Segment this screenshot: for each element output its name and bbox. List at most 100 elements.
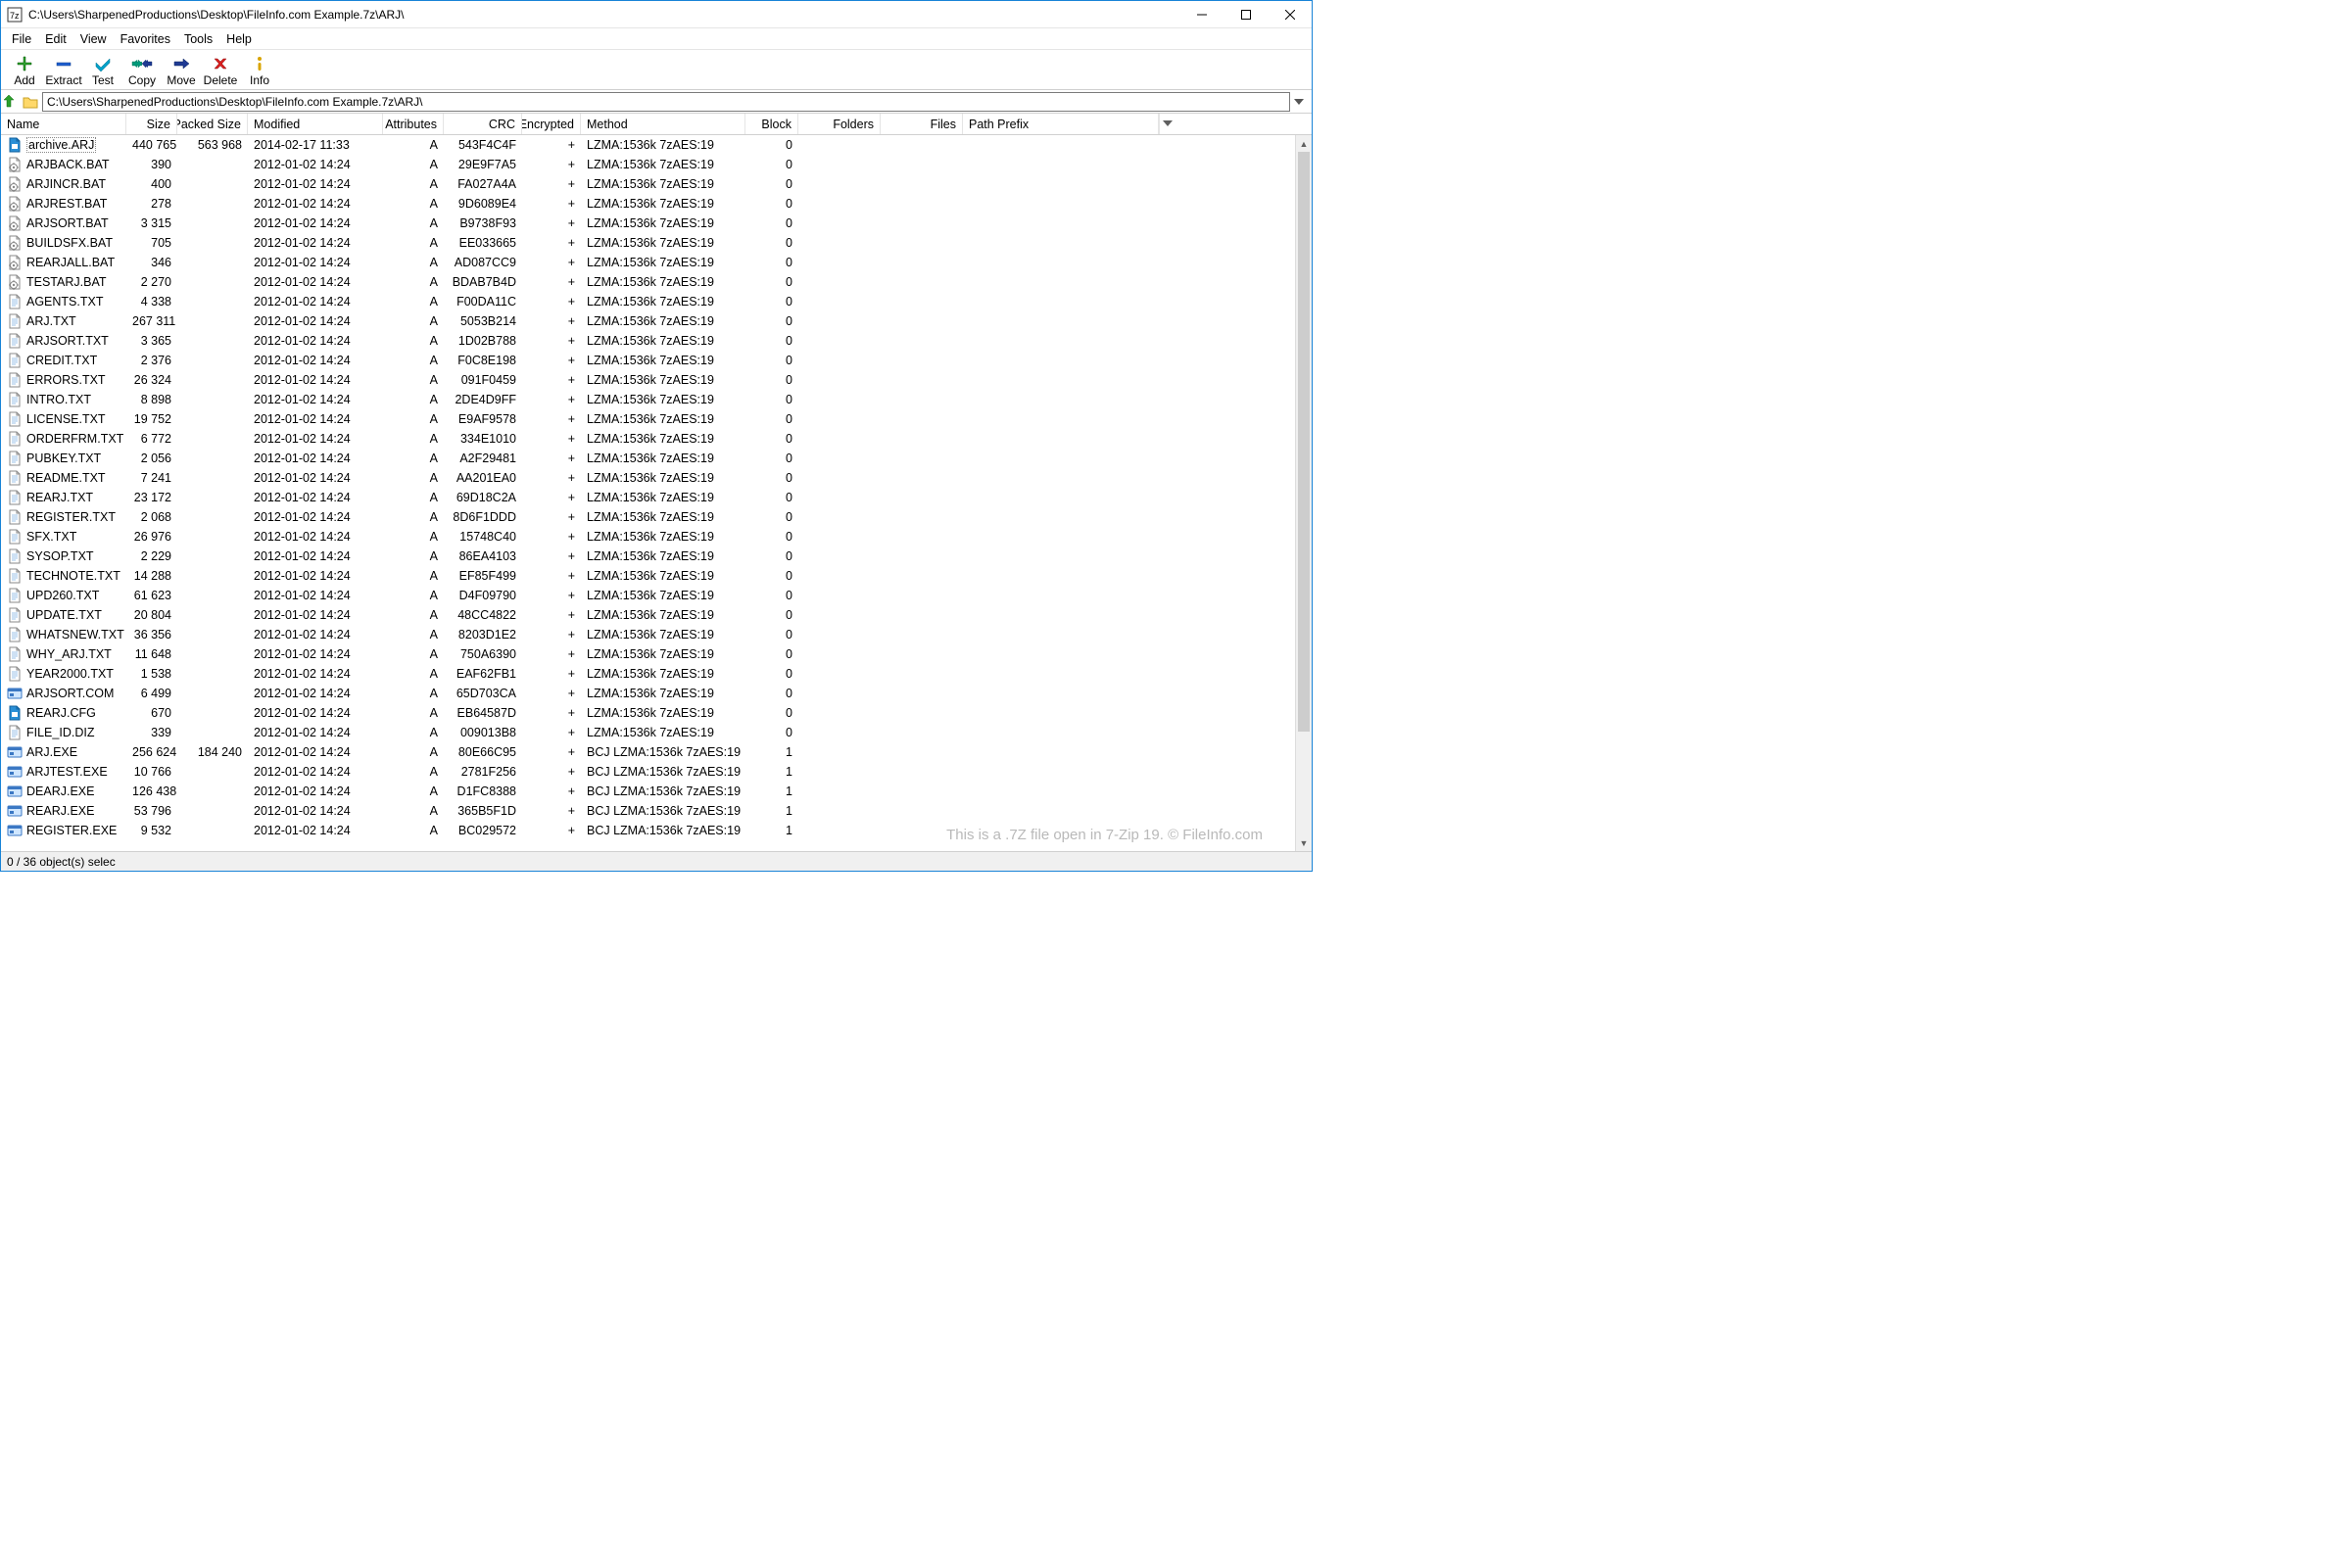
- column-attr[interactable]: Attributes: [383, 114, 444, 134]
- file-row[interactable]: YEAR2000.TXT1 5382012-01-02 14:24AEAF62F…: [1, 664, 1312, 684]
- file-row[interactable]: ARJREST.BAT2782012-01-02 14:24A9D6089E4+…: [1, 194, 1312, 214]
- file-row[interactable]: LICENSE.TXT19 7522012-01-02 14:24AE9AF95…: [1, 409, 1312, 429]
- file-row[interactable]: ARJINCR.BAT4002012-01-02 14:24AFA027A4A+…: [1, 174, 1312, 194]
- cell-size: 14 288: [126, 569, 177, 583]
- menu-tools[interactable]: Tools: [177, 30, 219, 48]
- file-row[interactable]: UPDATE.TXT20 8042012-01-02 14:24A48CC482…: [1, 605, 1312, 625]
- cell-enc: +: [522, 354, 581, 367]
- file-row[interactable]: archive.ARJ440 765563 9682014-02-17 11:3…: [1, 135, 1312, 155]
- column-enc[interactable]: Encrypted: [522, 114, 581, 134]
- delete-button[interactable]: Delete: [201, 52, 240, 89]
- cell-enc: +: [522, 569, 581, 583]
- file-row[interactable]: REARJALL.BAT3462012-01-02 14:24AAD087CC9…: [1, 253, 1312, 272]
- file-name: CREDIT.TXT: [26, 354, 97, 367]
- menu-favorites[interactable]: Favorites: [114, 30, 177, 48]
- cell-enc: +: [522, 784, 581, 798]
- file-row[interactable]: FILE_ID.DIZ3392012-01-02 14:24A009013B8+…: [1, 723, 1312, 742]
- file-row[interactable]: ARJSORT.COM6 4992012-01-02 14:24A65D703C…: [1, 684, 1312, 703]
- file-row[interactable]: ARJTEST.EXE10 7662012-01-02 14:24A2781F2…: [1, 762, 1312, 782]
- cell-crc: 2781F256: [444, 765, 522, 779]
- tool-label: Add: [5, 73, 44, 87]
- cell-crc: BDAB7B4D: [444, 275, 522, 289]
- file-row[interactable]: ARJBACK.BAT3902012-01-02 14:24A29E9F7A5+…: [1, 155, 1312, 174]
- menu-edit[interactable]: Edit: [38, 30, 73, 48]
- cell-block: 0: [745, 256, 798, 269]
- column-packed[interactable]: Packed Size: [177, 114, 248, 134]
- column-block[interactable]: Block: [745, 114, 798, 134]
- column-header: NameSizePacked SizeModifiedAttributesCRC…: [1, 114, 1312, 135]
- file-row[interactable]: DEARJ.EXE126 4382012-01-02 14:24AD1FC838…: [1, 782, 1312, 801]
- file-row[interactable]: PUBKEY.TXT2 0562012-01-02 14:24AA2F29481…: [1, 449, 1312, 468]
- file-row[interactable]: REARJ.TXT23 1722012-01-02 14:24A69D18C2A…: [1, 488, 1312, 507]
- cell-modified: 2012-01-02 14:24: [248, 354, 383, 367]
- minimize-button[interactable]: [1179, 1, 1223, 27]
- file-row[interactable]: TECHNOTE.TXT14 2882012-01-02 14:24AEF85F…: [1, 566, 1312, 586]
- address-dropdown-icon[interactable]: [1294, 99, 1310, 105]
- file-row[interactable]: ARJ.EXE256 624184 2402012-01-02 14:24A80…: [1, 742, 1312, 762]
- file-row[interactable]: REGISTER.TXT2 0682012-01-02 14:24A8D6F1D…: [1, 507, 1312, 527]
- cell-enc: +: [522, 706, 581, 720]
- file-row[interactable]: ERRORS.TXT26 3242012-01-02 14:24A091F045…: [1, 370, 1312, 390]
- column-method[interactable]: Method: [581, 114, 745, 134]
- scroll-up-icon[interactable]: ▲: [1296, 135, 1312, 152]
- file-row[interactable]: UPD260.TXT61 6232012-01-02 14:24AD4F0979…: [1, 586, 1312, 605]
- file-row[interactable]: REARJ.EXE53 7962012-01-02 14:24A365B5F1D…: [1, 801, 1312, 821]
- file-list[interactable]: archive.ARJ440 765563 9682014-02-17 11:3…: [1, 135, 1312, 851]
- maximize-button[interactable]: [1223, 1, 1268, 27]
- cell-attr: A: [383, 158, 444, 171]
- cell-enc: +: [522, 138, 581, 152]
- file-row[interactable]: ARJSORT.BAT3 3152012-01-02 14:24AB9738F9…: [1, 214, 1312, 233]
- info-button[interactable]: Info: [240, 52, 279, 89]
- file-row[interactable]: SFX.TXT26 9762012-01-02 14:24A15748C40+L…: [1, 527, 1312, 546]
- cell-size: 278: [126, 197, 177, 211]
- cell-crc: A2F29481: [444, 451, 522, 465]
- vertical-scrollbar[interactable]: ▲ ▼: [1295, 135, 1312, 851]
- copy-button[interactable]: Copy: [122, 52, 162, 89]
- move-button[interactable]: Move: [162, 52, 201, 89]
- column-modified[interactable]: Modified: [248, 114, 383, 134]
- column-folders[interactable]: Folders: [798, 114, 881, 134]
- file-row[interactable]: ORDERFRM.TXT6 7722012-01-02 14:24A334E10…: [1, 429, 1312, 449]
- column-pathprefix[interactable]: Path Prefix: [963, 114, 1159, 134]
- column-files[interactable]: Files: [881, 114, 963, 134]
- file-row[interactable]: AGENTS.TXT4 3382012-01-02 14:24AF00DA11C…: [1, 292, 1312, 311]
- file-icon: [7, 392, 23, 407]
- file-row[interactable]: REARJ.CFG6702012-01-02 14:24AEB64587D+LZ…: [1, 703, 1312, 723]
- cell-method: LZMA:1536k 7zAES:19: [581, 510, 745, 524]
- file-row[interactable]: CREDIT.TXT2 3762012-01-02 14:24AF0C8E198…: [1, 351, 1312, 370]
- cell-size: 1 538: [126, 667, 177, 681]
- cell-method: LZMA:1536k 7zAES:19: [581, 687, 745, 700]
- up-icon[interactable]: [3, 94, 19, 110]
- file-row[interactable]: BUILDSFX.BAT7052012-01-02 14:24AEE033665…: [1, 233, 1312, 253]
- cell-method: LZMA:1536k 7zAES:19: [581, 412, 745, 426]
- file-name: LICENSE.TXT: [26, 412, 106, 426]
- menu-help[interactable]: Help: [219, 30, 259, 48]
- cell-enc: +: [522, 628, 581, 641]
- file-row[interactable]: WHATSNEW.TXT36 3562012-01-02 14:24A8203D…: [1, 625, 1312, 644]
- file-row[interactable]: ARJ.TXT267 3112012-01-02 14:24A5053B214+…: [1, 311, 1312, 331]
- test-button[interactable]: Test: [83, 52, 122, 89]
- column-size[interactable]: Size: [126, 114, 177, 134]
- column-name[interactable]: Name: [1, 114, 126, 134]
- file-row[interactable]: TESTARJ.BAT2 2702012-01-02 14:24ABDAB7B4…: [1, 272, 1312, 292]
- scroll-down-icon[interactable]: ▼: [1296, 834, 1312, 851]
- cell-crc: 5053B214: [444, 314, 522, 328]
- scroll-track[interactable]: [1296, 152, 1312, 834]
- cell-modified: 2012-01-02 14:24: [248, 784, 383, 798]
- close-button[interactable]: [1268, 1, 1312, 27]
- file-row[interactable]: SYSOP.TXT2 2292012-01-02 14:24A86EA4103+…: [1, 546, 1312, 566]
- cell-modified: 2012-01-02 14:24: [248, 491, 383, 504]
- file-row[interactable]: ARJSORT.TXT3 3652012-01-02 14:24A1D02B78…: [1, 331, 1312, 351]
- address-input[interactable]: C:\Users\SharpenedProductions\Desktop\Fi…: [42, 92, 1290, 112]
- file-row[interactable]: README.TXT7 2412012-01-02 14:24AAA201EA0…: [1, 468, 1312, 488]
- column-crc[interactable]: CRC: [444, 114, 522, 134]
- menu-view[interactable]: View: [73, 30, 114, 48]
- cell-enc: +: [522, 608, 581, 622]
- file-row[interactable]: INTRO.TXT8 8982012-01-02 14:24A2DE4D9FF+…: [1, 390, 1312, 409]
- menu-file[interactable]: File: [5, 30, 38, 48]
- add-button[interactable]: Add: [5, 52, 44, 89]
- scroll-thumb[interactable]: [1298, 152, 1310, 732]
- file-row[interactable]: WHY_ARJ.TXT11 6482012-01-02 14:24A750A63…: [1, 644, 1312, 664]
- cell-modified: 2012-01-02 14:24: [248, 765, 383, 779]
- extract-button[interactable]: Extract: [44, 52, 83, 89]
